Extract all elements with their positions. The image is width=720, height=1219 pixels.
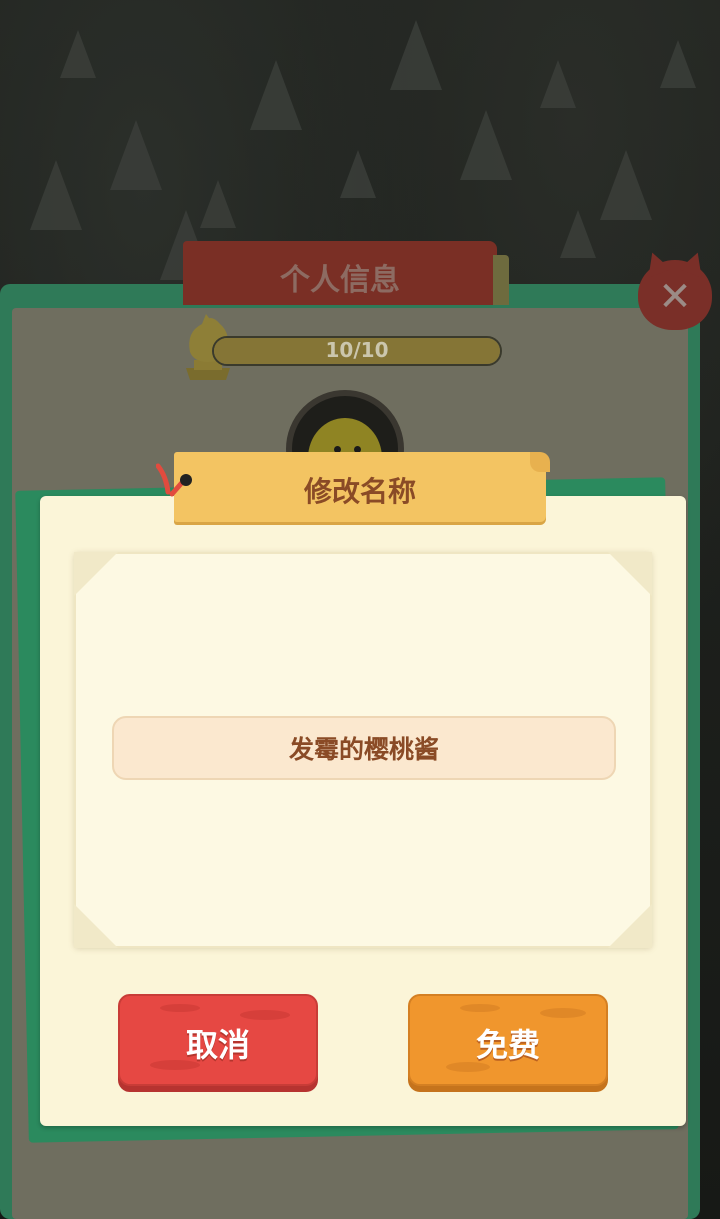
- tree-decoration: [390, 20, 442, 90]
- name-input[interactable]: [112, 716, 616, 780]
- tree-decoration: [30, 160, 82, 230]
- card-corner: [608, 904, 652, 948]
- tree-decoration: [340, 150, 376, 198]
- profile-title: 个人信息: [280, 263, 400, 298]
- card-corner: [608, 552, 652, 596]
- level-progress-text: 10/10: [325, 338, 389, 362]
- free-rename-button-label: 免费: [475, 1026, 540, 1064]
- tree-decoration: [600, 150, 652, 220]
- tree-decoration: [250, 60, 302, 130]
- free-rename-button[interactable]: 免费: [408, 994, 608, 1086]
- tree-decoration: [560, 210, 596, 258]
- close-icon: ✕: [658, 274, 692, 320]
- tree-decoration: [540, 60, 576, 108]
- pin-icon: [156, 463, 192, 497]
- wood-texture: [460, 1004, 500, 1012]
- wood-texture: [540, 1008, 586, 1018]
- profile-title-tab: 个人信息: [183, 241, 509, 305]
- card-corner: [74, 552, 118, 596]
- tree-decoration: [110, 120, 162, 190]
- tree-decoration: [60, 30, 96, 78]
- close-button[interactable]: ✕: [638, 260, 712, 330]
- dialog-title-tab: 修改名称: [174, 452, 550, 522]
- cancel-button[interactable]: 取消: [118, 994, 318, 1086]
- tree-decoration: [460, 110, 512, 180]
- tree-decoration: [660, 40, 696, 88]
- wood-texture: [240, 1010, 290, 1020]
- card-corner: [74, 904, 118, 948]
- cancel-button-label: 取消: [185, 1026, 250, 1064]
- dialog-title: 修改名称: [303, 475, 416, 508]
- wood-texture: [160, 1004, 200, 1012]
